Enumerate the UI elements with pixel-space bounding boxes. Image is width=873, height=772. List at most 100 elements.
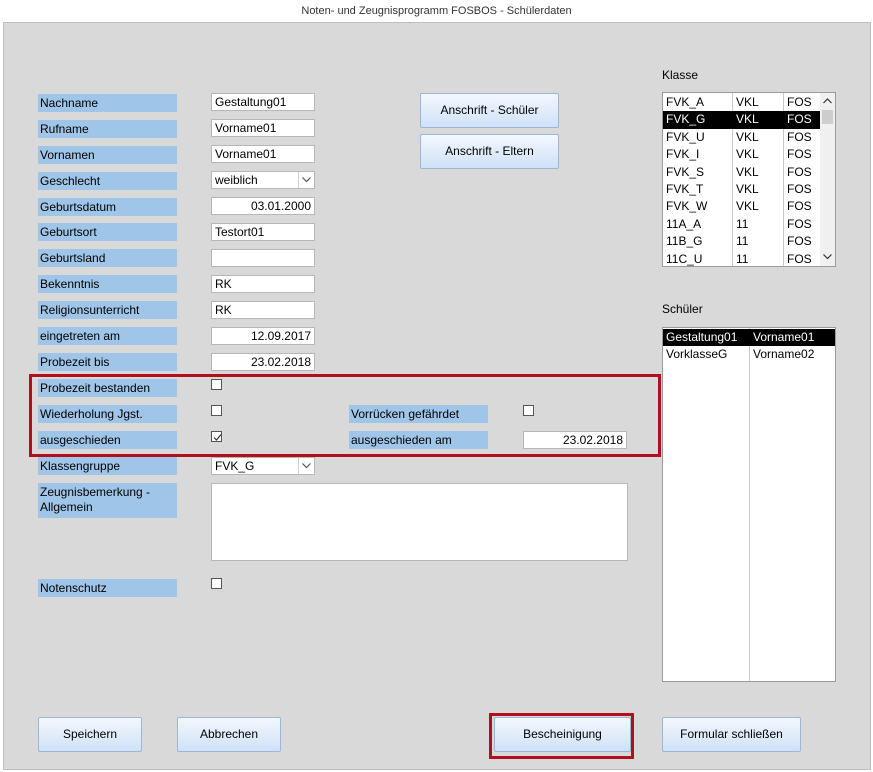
klasse-cell: VKL <box>736 147 759 162</box>
bescheinigung-button[interactable]: Bescheinigung <box>494 717 631 752</box>
label-zeugnisbemerkung: Zeugnisbemerkung - Allgemein <box>38 483 177 518</box>
rufname-input[interactable]: Vorname01 <box>211 119 315 137</box>
klasse-row[interactable]: 11C_U 11 FOS <box>663 251 821 266</box>
klasse-cell: FVK_A <box>666 95 705 109</box>
klasse-cell: FOS <box>787 251 812 266</box>
label-wiederholung: Wiederholung Jgst. <box>38 405 177 423</box>
label-probezeit-bis: Probezeit bis <box>38 353 177 371</box>
chevron-down-icon[interactable] <box>298 458 314 474</box>
label-klassengruppe: Klassengruppe <box>38 457 177 475</box>
anschrift-eltern-button[interactable]: Anschrift - Eltern <box>420 134 559 169</box>
klasse-cell: 11 <box>736 216 749 231</box>
label-religionsunterricht: Religionsunterricht <box>38 301 177 319</box>
label-rufname: Rufname <box>38 120 177 138</box>
anschrift-schueler-button[interactable]: Anschrift - Schüler <box>420 93 559 128</box>
scroll-thumb[interactable] <box>822 110 833 124</box>
klasse-row[interactable]: FVK_G VKL FOS <box>663 111 821 129</box>
chevron-down-icon[interactable] <box>298 172 314 188</box>
klasse-cell: VKL <box>736 129 759 144</box>
klasse-cell: FVK_T <box>666 182 704 196</box>
schueler-cell: Vorname02 <box>753 347 815 362</box>
klasse-cell: FOS <box>787 112 812 127</box>
klasse-cell: FOS <box>787 147 812 162</box>
klasse-cell: FVK_G <box>666 112 706 127</box>
klasse-cell: 11C_U <box>666 251 703 266</box>
probezeit-bestanden-checkbox[interactable] <box>211 379 222 390</box>
label-vornamen: Vornamen <box>38 146 177 164</box>
vorruecken-checkbox[interactable] <box>523 405 534 416</box>
schueler-row[interactable]: VorklasseG Vorname02 <box>663 346 835 363</box>
label-eingetreten: eingetreten am <box>38 327 177 345</box>
wiederholung-checkbox[interactable] <box>211 405 222 416</box>
klasse-cell: 11A_A <box>666 216 702 231</box>
geschlecht-value: weiblich <box>215 173 258 187</box>
label-geburtsdatum: Geburtsdatum <box>38 198 177 216</box>
klasse-cell: 11 <box>736 234 749 249</box>
klasse-cell: FOS <box>787 95 812 109</box>
klasse-cell: FOS <box>787 182 812 196</box>
klasse-cell: VKL <box>736 164 759 179</box>
ausgeschieden-checkbox[interactable] <box>211 431 222 442</box>
ausgeschieden-am-input[interactable]: 23.02.2018 <box>523 431 627 449</box>
label-geburtsland: Geburtsland <box>38 249 177 267</box>
label-notenschutz: Notenschutz <box>38 579 177 597</box>
klassengruppe-value: FVK_G <box>215 459 255 473</box>
window-title: Noten- und Zeugnisprogramm FOSBOS - Schü… <box>0 0 873 22</box>
column-divider <box>749 328 750 681</box>
klasse-row[interactable]: FVK_U VKL FOS <box>663 129 821 146</box>
probezeit-bis-input[interactable]: 23.02.2018 <box>211 353 315 371</box>
eingetreten-input[interactable]: 12.09.2017 <box>211 327 315 345</box>
nachname-input[interactable]: Gestaltung01 <box>211 93 315 111</box>
klasse-cell: FOS <box>787 234 812 249</box>
klasse-cell: 11 <box>736 251 749 266</box>
notenschutz-checkbox[interactable] <box>211 578 222 589</box>
chevron-down-icon[interactable] <box>823 254 832 260</box>
label-nachname: Nachname <box>38 94 177 112</box>
schueler-row[interactable]: Gestaltung01 Vorname01 <box>663 329 835 347</box>
geburtsdatum-input[interactable]: 03.01.2000 <box>211 197 315 215</box>
religionsunterricht-input[interactable]: RK <box>211 301 315 319</box>
geschlecht-combo[interactable]: weiblich <box>211 171 315 189</box>
klasse-row[interactable]: FVK_A VKL FOS <box>663 94 821 111</box>
klasse-cell: FOS <box>787 129 812 144</box>
label-bekenntnis: Bekenntnis <box>38 275 177 293</box>
klasse-cell: FVK_S <box>666 164 705 179</box>
label-vorruecken: Vorrücken gefährdet <box>349 405 488 423</box>
klasse-row[interactable]: FVK_T VKL FOS <box>663 181 821 198</box>
bekenntnis-input[interactable]: RK <box>211 275 315 293</box>
vornamen-input[interactable]: Vorname01 <box>211 145 315 163</box>
schueler-title: Schüler <box>662 302 703 316</box>
label-ausgeschieden: ausgeschieden <box>38 431 177 449</box>
klasse-row[interactable]: FVK_I VKL FOS <box>663 146 821 163</box>
formular-schliessen-button[interactable]: Formular schließen <box>662 717 801 752</box>
klasse-cell: VKL <box>736 199 759 214</box>
schueler-cell: VorklasseG <box>666 347 728 362</box>
klasse-row[interactable]: 11A_A 11 FOS <box>663 216 821 233</box>
abbrechen-button[interactable]: Abbrechen <box>177 717 281 752</box>
zeugnisbemerkung-textarea[interactable] <box>211 483 628 561</box>
klasse-row[interactable]: FVK_W VKL FOS <box>663 198 821 215</box>
klasse-cell: VKL <box>736 95 759 109</box>
label-geschlecht: Geschlecht <box>38 172 177 190</box>
speichern-button[interactable]: Speichern <box>38 717 142 752</box>
klasse-cell: FVK_U <box>666 129 705 144</box>
klasse-cell: VKL <box>736 112 759 127</box>
checkmark-icon <box>213 434 222 441</box>
label-ausgeschieden-am: ausgeschieden am <box>349 431 488 449</box>
klasse-cell: VKL <box>736 182 759 196</box>
label-probezeit-bestanden: Probezeit bestanden <box>38 379 177 397</box>
klasse-scrollbar[interactable] <box>820 93 835 266</box>
geburtsland-input[interactable] <box>211 249 315 267</box>
klasse-row[interactable]: FVK_S VKL FOS <box>663 164 821 181</box>
klasse-cell: FOS <box>787 216 812 231</box>
klassengruppe-combo[interactable]: FVK_G <box>211 457 315 475</box>
klasse-listbox[interactable]: FVK_A VKL FOS FVK_G VKL FOS FVK_U VKL FOS FVK_I VK… <box>662 92 836 267</box>
schueler-cell: Gestaltung01 <box>666 330 738 344</box>
schueler-listbox[interactable]: Gestaltung01 Vorname01 VorklasseG Vorname02 <box>662 327 836 682</box>
klasse-cell: 11B_G <box>666 234 703 249</box>
klasse-cell: FOS <box>787 199 812 214</box>
klasse-row[interactable]: 11B_G 11 FOS <box>663 233 821 250</box>
geburtsort-input[interactable]: Testort01 <box>211 223 315 241</box>
klasse-title: Klasse <box>662 68 699 82</box>
chevron-up-icon[interactable] <box>823 98 832 104</box>
